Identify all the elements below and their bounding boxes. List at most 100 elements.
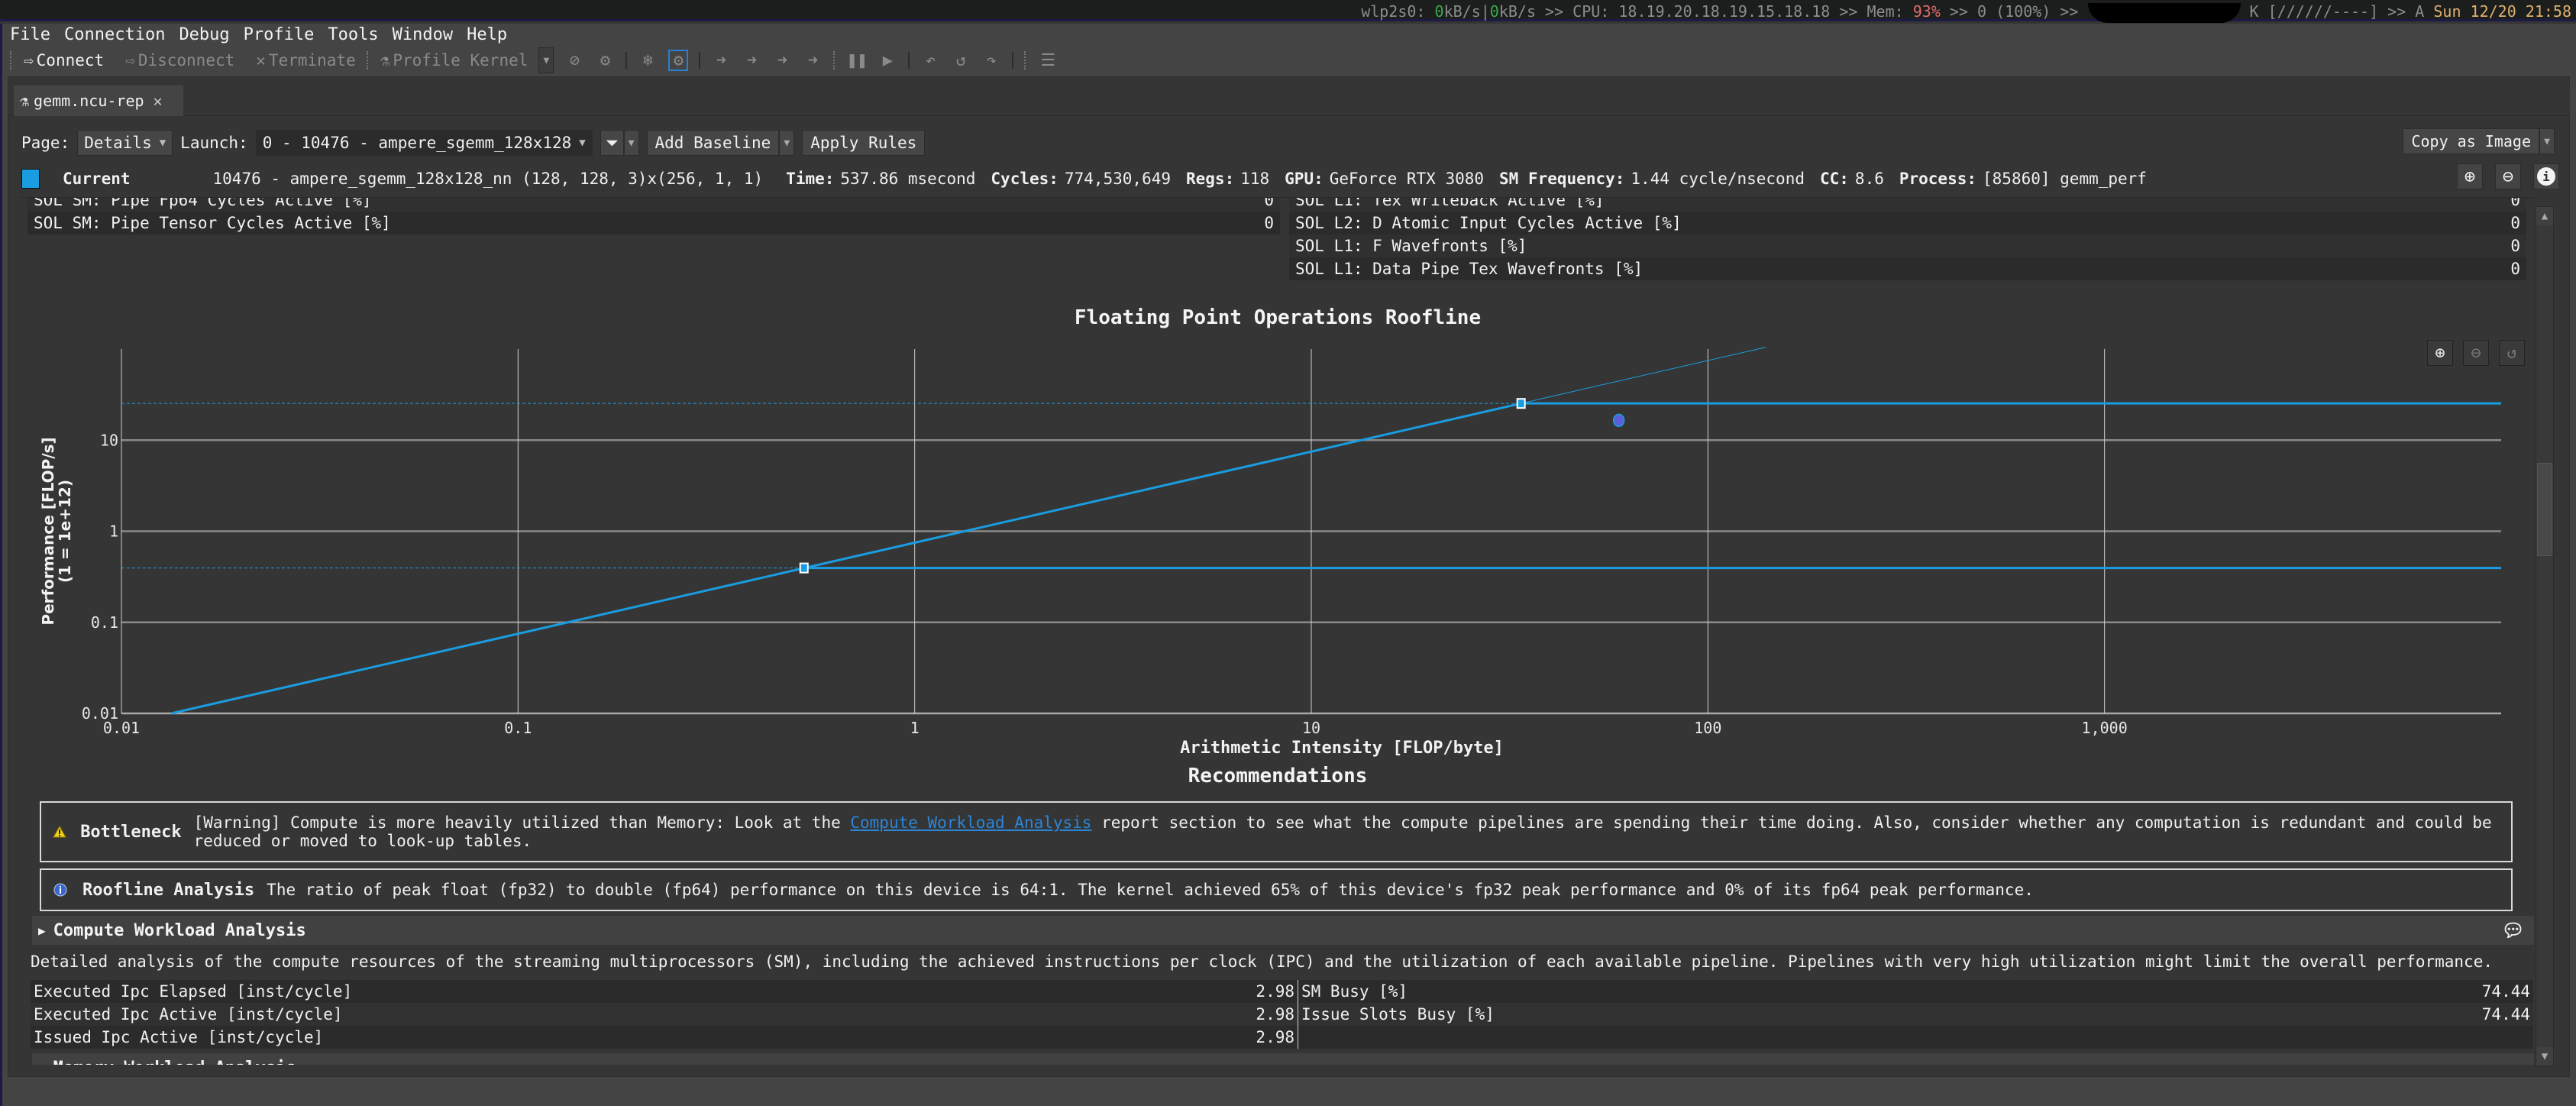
pause-icon[interactable]: ❚❚ xyxy=(847,50,868,71)
tab-title: gemm.ncu-rep xyxy=(34,92,144,110)
section-title: Memory Workload Analysis xyxy=(53,1059,296,1066)
filter-dropdown[interactable]: ▼ xyxy=(623,130,639,156)
x-tick-label: 1,000 xyxy=(2082,719,2128,737)
close-icon: ✕ xyxy=(256,51,266,70)
close-tab-icon[interactable]: ✕ xyxy=(154,92,163,110)
compute-workload-analysis-link[interactable]: Compute Workload Analysis xyxy=(850,813,1091,832)
add-baseline-dropdown[interactable]: ▼ xyxy=(779,130,795,156)
regs-label: Regs: xyxy=(1186,170,1235,188)
terminate-button[interactable]: ✕ Terminate xyxy=(256,51,355,70)
recommendations-title: Recommendations xyxy=(1188,765,1368,787)
net-down: 0 xyxy=(1434,2,1444,21)
menu-help[interactable]: Help xyxy=(467,25,507,44)
remove-result-button[interactable]: ⊖ xyxy=(2495,163,2521,189)
recommendation-roofline: Roofline Analysis The ratio of peak floa… xyxy=(40,868,2513,911)
cycles-label: Cycles: xyxy=(991,170,1059,188)
toolbar-grip[interactable] xyxy=(1024,51,1027,70)
profile-kernel-button[interactable]: ⚗ Profile Kernel xyxy=(380,51,528,70)
x-tick-label: 100 xyxy=(1694,719,1721,737)
menu-connection[interactable]: Connection xyxy=(64,25,165,44)
menu-window[interactable]: Window xyxy=(393,25,453,44)
disconnect-button[interactable]: ⇨ Disconnect xyxy=(125,51,234,70)
memory-bandwidth-extension xyxy=(1521,347,1766,404)
add-result-button[interactable]: ⊕ xyxy=(2457,163,2483,189)
copy-as-image-group: Copy as Image ▼ xyxy=(2403,128,2555,154)
toolbar-grip[interactable] xyxy=(366,51,370,70)
toolbar-separator xyxy=(1012,52,1014,69)
step-api-icon[interactable]: ➜ xyxy=(711,50,731,71)
scroll-down-icon[interactable]: ▼ xyxy=(2536,1047,2553,1066)
launch-select[interactable]: 0 - 10476 - ampere_sgemm_128x128 ▼ xyxy=(255,130,593,156)
add-baseline-button[interactable]: Add Baseline xyxy=(646,130,780,156)
tab-gemm-report[interactable]: ⚗ gemm.ncu-rep ✕ xyxy=(14,86,183,116)
menu-tools[interactable]: Tools xyxy=(328,25,378,44)
vertical-scrollbar[interactable]: ▲ ▼ xyxy=(2536,206,2554,1066)
x-tick-label: 10 xyxy=(1302,719,1320,737)
memory-bandwidth-line xyxy=(170,402,1522,715)
x-tick-label: 1 xyxy=(910,719,920,737)
metric-name: Issue Slots Busy [%] xyxy=(1301,1005,1495,1024)
profile-kernel-dropdown[interactable]: ▼ xyxy=(538,47,554,73)
comment-icon[interactable]: 💬︎ xyxy=(2502,920,2525,941)
snowflake-icon[interactable]: ❄ xyxy=(638,50,658,71)
metric-value: 2.98 xyxy=(1256,982,1294,1001)
chevron-down-icon: ▼ xyxy=(579,137,586,149)
section-header-compute-workload[interactable]: ▶ Compute Workload Analysis 💬︎ xyxy=(32,916,2534,945)
cancel-icon[interactable]: ⊘ xyxy=(564,50,584,71)
volume-readout: K [//////----] >> A xyxy=(2249,2,2425,21)
roofline-chart[interactable]: 0.010.11100.01 0.1 1 10 100 1,000Arithmetic I… xyxy=(21,198,2534,763)
chart-zoom-in-button[interactable]: ⊕ xyxy=(2427,340,2453,366)
menu-file[interactable]: File xyxy=(10,25,50,44)
page-label: Page: xyxy=(21,134,70,152)
recommendation-text: [Warning] Compute is more heavily utiliz… xyxy=(194,813,2500,850)
gear-alert-icon[interactable]: ⚙ xyxy=(668,50,689,71)
menu-debug[interactable]: Debug xyxy=(179,25,229,44)
gear-microscope-icon[interactable]: ⚙ xyxy=(595,50,615,71)
info-button[interactable]: i xyxy=(2533,163,2559,189)
recommendation-name: Roofline Analysis xyxy=(82,880,255,900)
minus-circle-icon: ⊖ xyxy=(2502,166,2514,187)
apply-rules-button[interactable]: Apply Rules xyxy=(802,130,926,156)
process-value: [85860] gemm_perf xyxy=(1983,170,2147,188)
menu-profile[interactable]: Profile xyxy=(244,25,315,44)
filter-button[interactable]: ⏷ xyxy=(600,130,624,156)
gpu-value: GeForce RTX 3080 xyxy=(1329,170,1485,188)
metric-value: 2.98 xyxy=(1256,1005,1294,1024)
section-description: Detailed analysis of the compute resourc… xyxy=(31,952,2493,971)
redo-step-icon[interactable]: ↷ xyxy=(981,50,1001,71)
copy-as-image-dropdown[interactable]: ▼ xyxy=(2539,128,2555,154)
chart-reset-button[interactable]: ↺ xyxy=(2499,340,2525,366)
step-range-start-icon[interactable]: ➜ xyxy=(772,50,792,71)
rerun-icon[interactable]: ↺ xyxy=(951,50,971,71)
time-label: Time: xyxy=(786,170,835,188)
info-icon: i xyxy=(2537,167,2555,186)
connect-button[interactable]: ⇨ Connect xyxy=(24,51,104,70)
copy-as-image-button[interactable]: Copy as Image xyxy=(2403,128,2539,154)
info-icon xyxy=(52,883,69,897)
filter-icon: ⏷ xyxy=(605,133,619,152)
toolbar-grip[interactable] xyxy=(10,51,13,70)
chevron-down-icon: ▼ xyxy=(159,137,166,149)
recommendation-name: Bottleneck xyxy=(80,822,182,842)
details-content[interactable]: SOL SM: Pipe Fp64 Cycles Active [%] 0 SO… xyxy=(21,197,2534,1065)
current-result-row: Current 10476 - ampere_sgemm_128x128_nn … xyxy=(21,167,2162,191)
section-header-memory-workload[interactable]: ▶ Memory Workload Analysis xyxy=(32,1053,2534,1065)
page-select[interactable]: Details ▼ xyxy=(77,130,173,156)
scroll-up-icon[interactable]: ▲ xyxy=(2536,207,2553,225)
step-kernel-icon[interactable]: ➜ xyxy=(742,50,761,71)
step-range-end-icon[interactable]: ➜ xyxy=(803,50,823,71)
scrollbar-thumb[interactable] xyxy=(2537,463,2552,556)
chart-zoom-out-button[interactable]: ⊖ xyxy=(2463,340,2489,366)
launch-label: Launch: xyxy=(180,134,248,152)
y-axis-label: Performance [FLOP/s] xyxy=(39,437,57,625)
toolbar-grip[interactable] xyxy=(833,51,836,70)
system-status-text: wlp2s0: 0kB/s|0kB/s >> CPU: 18.19.20.18.… xyxy=(1361,2,2571,23)
document-tab-strip: ⚗ gemm.ncu-rep ✕ xyxy=(8,86,2570,116)
resume-icon[interactable]: ▶ xyxy=(878,50,897,71)
clear-list-icon[interactable]: ☰ xyxy=(1038,50,1058,71)
metric-name: Issued Ipc Active [inst/cycle] xyxy=(34,1028,324,1046)
ridge-point-marker xyxy=(799,562,809,574)
current-color-swatch xyxy=(21,169,40,189)
connect-label: Connect xyxy=(36,51,105,70)
undo-step-icon[interactable]: ↶ xyxy=(920,50,940,71)
